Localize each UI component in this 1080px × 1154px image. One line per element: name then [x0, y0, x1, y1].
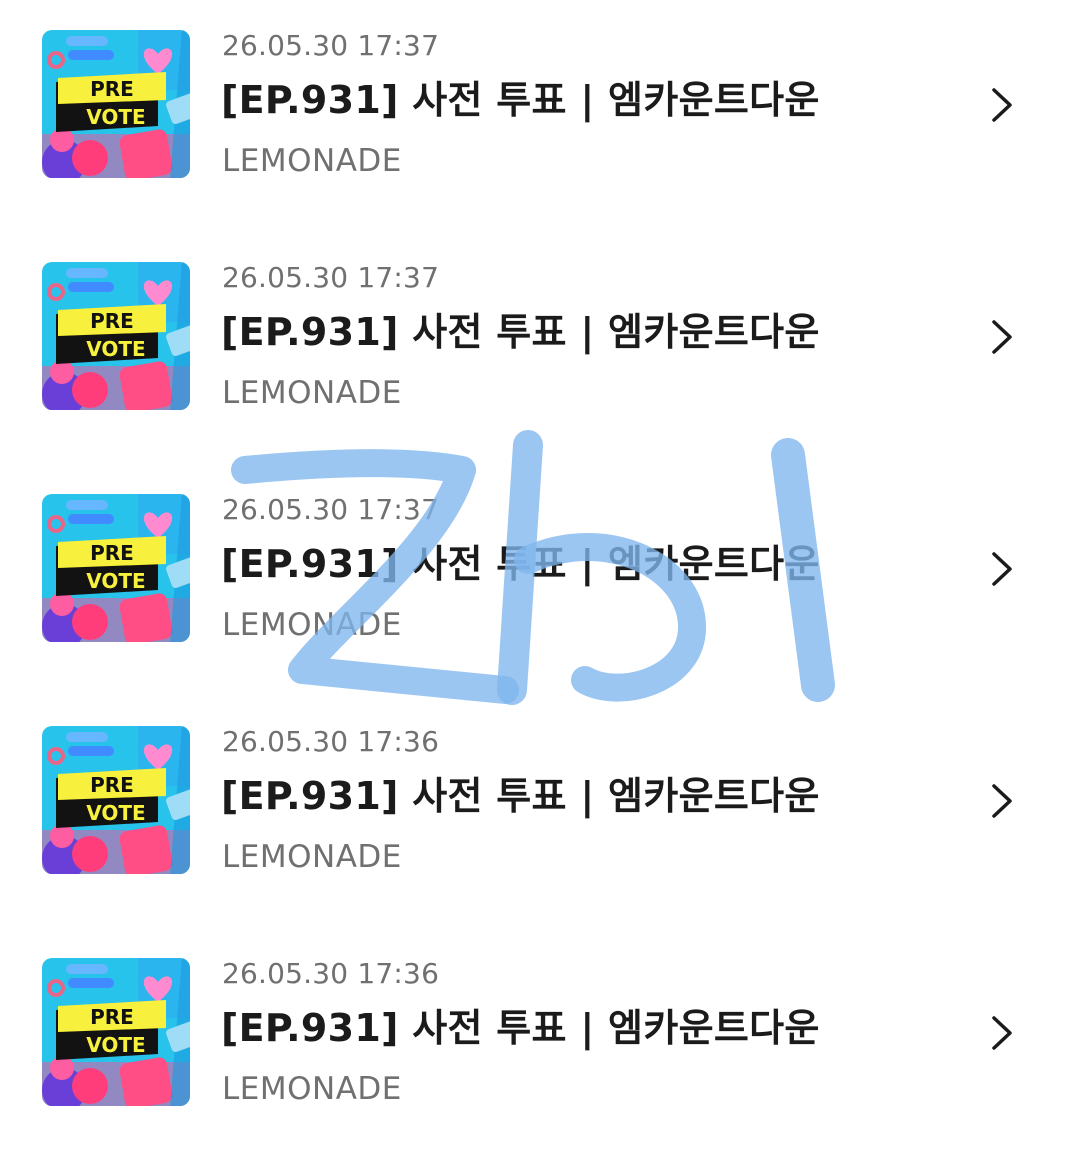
thumbnail-pre-text: PRE: [90, 309, 134, 333]
pre-vote-thumbnail-icon: PRE VOTE: [42, 494, 190, 642]
chevron-right-icon[interactable]: [985, 82, 1019, 128]
thumbnail-vote-text: VOTE: [86, 1033, 145, 1057]
timestamp: 26.05.30 17:37: [222, 261, 440, 294]
timestamp: 26.05.30 17:37: [222, 493, 440, 526]
thumbnail-vote-text: VOTE: [86, 337, 145, 361]
thumbnail-pre-text: PRE: [90, 773, 134, 797]
pre-vote-thumbnail-icon: PRE VOTE: [42, 726, 190, 874]
item-title: [EP.931] 사전 투표 | 엠카운트다운: [221, 542, 820, 586]
chevron-right-icon[interactable]: [985, 314, 1019, 360]
timestamp: 26.05.30 17:36: [222, 957, 440, 990]
pre-vote-thumbnail-icon: PRE VOTE: [42, 30, 190, 178]
item-title: [EP.931] 사전 투표 | 엠카운트다운: [221, 78, 820, 122]
vote-history-list: PRE VOTE 26.05.30 17:37 [EP.931] 사전 투표 |…: [0, 0, 1080, 1154]
chevron-right-icon[interactable]: [985, 778, 1019, 824]
thumbnail-vote-text: VOTE: [86, 105, 145, 129]
thumbnail-vote-text: VOTE: [86, 801, 145, 825]
thumbnail-pre-text: PRE: [90, 77, 134, 101]
list-item[interactable]: PRE VOTE 26.05.30 17:37 [EP.931] 사전 투표 |…: [0, 261, 1080, 422]
pre-vote-thumbnail-icon: PRE VOTE: [42, 262, 190, 410]
timestamp: 26.05.30 17:37: [222, 29, 440, 62]
item-title: [EP.931] 사전 투표 | 엠카운트다운: [221, 1006, 820, 1050]
list-item[interactable]: PRE VOTE 26.05.30 17:37 [EP.931] 사전 투표 |…: [0, 493, 1080, 654]
timestamp: 26.05.30 17:36: [222, 725, 440, 758]
thumbnail-pre-text: PRE: [90, 541, 134, 565]
pre-vote-thumbnail-icon: PRE VOTE: [42, 958, 190, 1106]
list-item[interactable]: PRE VOTE 26.05.30 17:36 [EP.931] 사전 투표 |…: [0, 957, 1080, 1118]
item-title: [EP.931] 사전 투표 | 엠카운트다운: [221, 310, 820, 354]
thumbnail-vote-text: VOTE: [86, 569, 145, 593]
list-item[interactable]: PRE VOTE 26.05.30 17:37 [EP.931] 사전 투표 |…: [0, 29, 1080, 190]
chevron-right-icon[interactable]: [985, 1010, 1019, 1056]
artist-name: LEMONADE: [222, 1071, 402, 1107]
artist-name: LEMONADE: [222, 607, 402, 643]
thumbnail-pre-text: PRE: [90, 1005, 134, 1029]
chevron-right-icon[interactable]: [985, 546, 1019, 592]
artist-name: LEMONADE: [222, 143, 402, 179]
item-title: [EP.931] 사전 투표 | 엠카운트다운: [221, 774, 820, 818]
list-item[interactable]: PRE VOTE 26.05.30 17:36 [EP.931] 사전 투표 |…: [0, 725, 1080, 886]
artist-name: LEMONADE: [222, 375, 402, 411]
artist-name: LEMONADE: [222, 839, 402, 875]
